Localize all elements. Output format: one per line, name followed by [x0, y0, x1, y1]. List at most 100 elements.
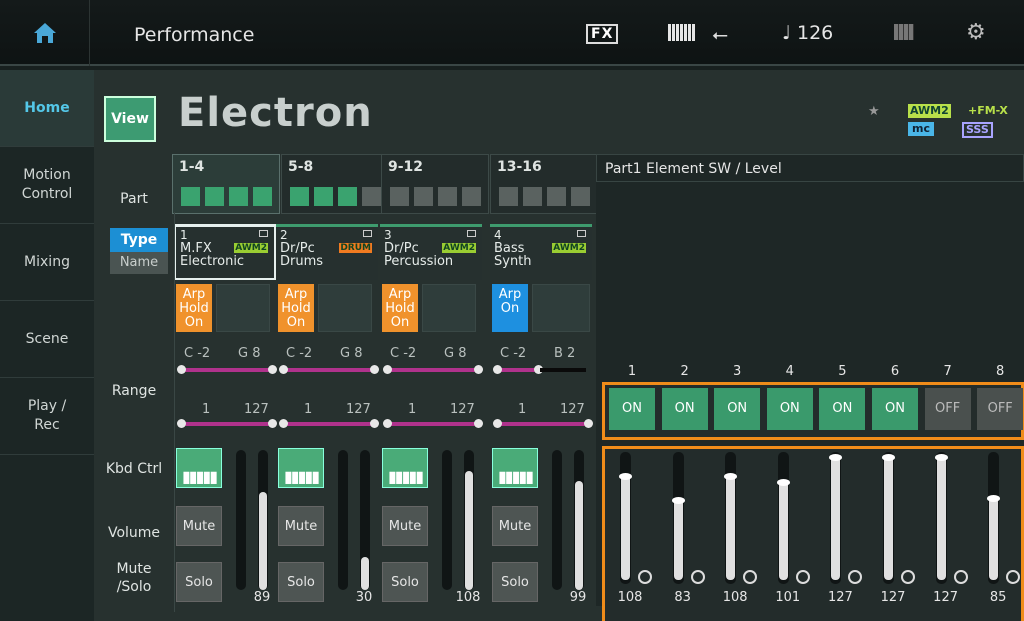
volume-fader[interactable] — [258, 450, 268, 590]
element-level-handle[interactable] — [671, 497, 685, 504]
velocity-low[interactable]: 1 — [408, 402, 416, 417]
note-range-slider[interactable] — [279, 365, 379, 374]
element-switch-5[interactable]: ON — [819, 388, 866, 430]
element-level-fader[interactable] — [882, 452, 895, 584]
kbd-ctrl-button[interactable]: ▮▮▮▮▮ — [278, 448, 324, 488]
element-level-fader[interactable] — [671, 452, 685, 584]
view-button[interactable]: View — [104, 96, 156, 142]
range-handle-low[interactable] — [177, 419, 186, 428]
volume-fader[interactable] — [574, 450, 584, 590]
gear-icon[interactable]: ⚙ — [966, 20, 986, 45]
range-handle-high[interactable] — [584, 419, 593, 428]
element-pan-knob[interactable] — [795, 570, 810, 584]
velocity-high[interactable]: 127 — [450, 402, 475, 417]
element-level-handle[interactable] — [934, 454, 948, 461]
note-range-slider[interactable] — [493, 365, 543, 374]
part-4-cell[interactable]: 4 Bass Synth AWM2 — [490, 224, 592, 280]
note-range-low[interactable]: C -2 — [286, 346, 312, 361]
velocity-range-slider[interactable] — [493, 419, 593, 428]
solo-button[interactable]: Solo — [176, 562, 222, 602]
performance-name[interactable]: Electron — [178, 90, 373, 136]
mute-button[interactable]: Mute — [492, 506, 538, 546]
tab-parts-1-4[interactable]: 1-4 — [172, 154, 280, 214]
note-range-high[interactable]: G 8 — [444, 346, 466, 361]
mute-button[interactable]: Mute — [176, 506, 222, 546]
solo-button[interactable]: Solo — [382, 562, 428, 602]
element-level-handle[interactable] — [882, 454, 895, 461]
element-switch-4[interactable]: ON — [766, 388, 813, 430]
kbd-ctrl-button[interactable]: ▮▮▮▮▮ — [382, 448, 428, 488]
note-range-low[interactable]: C -2 — [390, 346, 416, 361]
solo-button[interactable]: Solo — [278, 562, 324, 602]
range-handle-high[interactable] — [474, 365, 483, 374]
range-handle-low[interactable] — [493, 419, 502, 428]
velocity-range-slider[interactable] — [279, 419, 379, 428]
velocity-low[interactable]: 1 — [304, 402, 312, 417]
element-level-handle[interactable] — [724, 473, 738, 480]
velocity-low[interactable]: 1 — [518, 402, 526, 417]
element-pan-knob[interactable] — [901, 570, 915, 584]
element-level-fader[interactable] — [619, 452, 632, 584]
range-handle-high[interactable] — [474, 419, 483, 428]
velocity-low[interactable]: 1 — [202, 402, 210, 417]
tempo-display[interactable]: ♩ 126 — [782, 22, 833, 44]
range-handle-low[interactable] — [279, 419, 288, 428]
tab-parts-5-8[interactable]: 5-8 — [281, 154, 389, 214]
range-handle-low[interactable] — [383, 365, 392, 374]
part-1-cell[interactable]: 1 M.FX Electronic AWM2 — [174, 224, 276, 280]
note-range-slider[interactable] — [383, 365, 483, 374]
arp-button[interactable]: Arp On — [492, 284, 528, 332]
tab-parts-9-12[interactable]: 9-12 — [381, 154, 489, 214]
element-pan-knob[interactable] — [638, 570, 652, 584]
mute-button[interactable]: Mute — [382, 506, 428, 546]
element-level-handle[interactable] — [776, 479, 790, 486]
quick-access-icon[interactable] — [894, 24, 914, 40]
element-switch-2[interactable]: ON — [661, 388, 708, 430]
element-switch-6[interactable]: ON — [872, 388, 918, 430]
element-pan-knob[interactable] — [953, 570, 968, 584]
tab-parts-13-16[interactable]: 13-16 — [490, 154, 598, 214]
range-handle-high[interactable] — [268, 419, 277, 428]
velocity-high[interactable]: 127 — [346, 402, 371, 417]
element-level-fader[interactable] — [934, 452, 948, 584]
note-range-high[interactable]: G 8 — [238, 346, 260, 361]
element-switch-7[interactable]: OFF — [924, 388, 971, 430]
element-level-fader[interactable] — [776, 452, 790, 584]
note-range-slider[interactable] — [177, 365, 277, 374]
element-switch-3[interactable]: ON — [714, 388, 761, 430]
range-handle-high[interactable] — [370, 365, 379, 374]
favorite-star-icon[interactable]: ★ — [868, 104, 880, 119]
sidebar-item-motion-control[interactable]: Motion Control — [0, 147, 94, 224]
element-switch-1[interactable]: ON — [609, 388, 655, 430]
part-2-cell[interactable]: 2 Dr/Pc Drums DRUM — [276, 224, 378, 280]
element-level-fader[interactable] — [829, 452, 843, 584]
element-level-handle[interactable] — [987, 495, 1001, 502]
note-range-high[interactable]: B 2 — [554, 346, 575, 361]
range-handle-low[interactable] — [177, 365, 186, 374]
note-range-low[interactable]: C -2 — [500, 346, 526, 361]
range-handle-high[interactable] — [268, 365, 277, 374]
sidebar-item-mixing[interactable]: Mixing — [0, 224, 94, 301]
arp-button[interactable]: Arp Hold On — [176, 284, 212, 332]
mute-button[interactable]: Mute — [278, 506, 324, 546]
velocity-range-slider[interactable] — [383, 419, 483, 428]
arp-button[interactable]: Arp Hold On — [382, 284, 418, 332]
volume-fader[interactable] — [464, 450, 474, 590]
sidebar-item-play-rec[interactable]: Play / Rec — [0, 378, 94, 455]
sidebar-item-home[interactable]: Home — [0, 70, 94, 147]
kbd-ctrl-button[interactable]: ▮▮▮▮▮ — [492, 448, 538, 488]
velocity-high[interactable]: 127 — [560, 402, 585, 417]
note-range-low[interactable]: C -2 — [184, 346, 210, 361]
name-toggle[interactable]: Name — [110, 252, 168, 274]
type-toggle[interactable]: Type — [110, 228, 168, 252]
element-level-fader[interactable] — [987, 452, 1001, 584]
range-handle-low[interactable] — [279, 365, 288, 374]
element-level-handle[interactable] — [619, 473, 632, 480]
sidebar-item-scene[interactable]: Scene — [0, 301, 94, 378]
element-level-fader[interactable] — [724, 452, 738, 584]
arp-button[interactable]: Arp Hold On — [278, 284, 314, 332]
range-handle-high[interactable] — [370, 419, 379, 428]
volume-fader[interactable] — [360, 450, 370, 590]
range-handle-low[interactable] — [493, 365, 502, 374]
velocity-range-slider[interactable] — [177, 419, 277, 428]
